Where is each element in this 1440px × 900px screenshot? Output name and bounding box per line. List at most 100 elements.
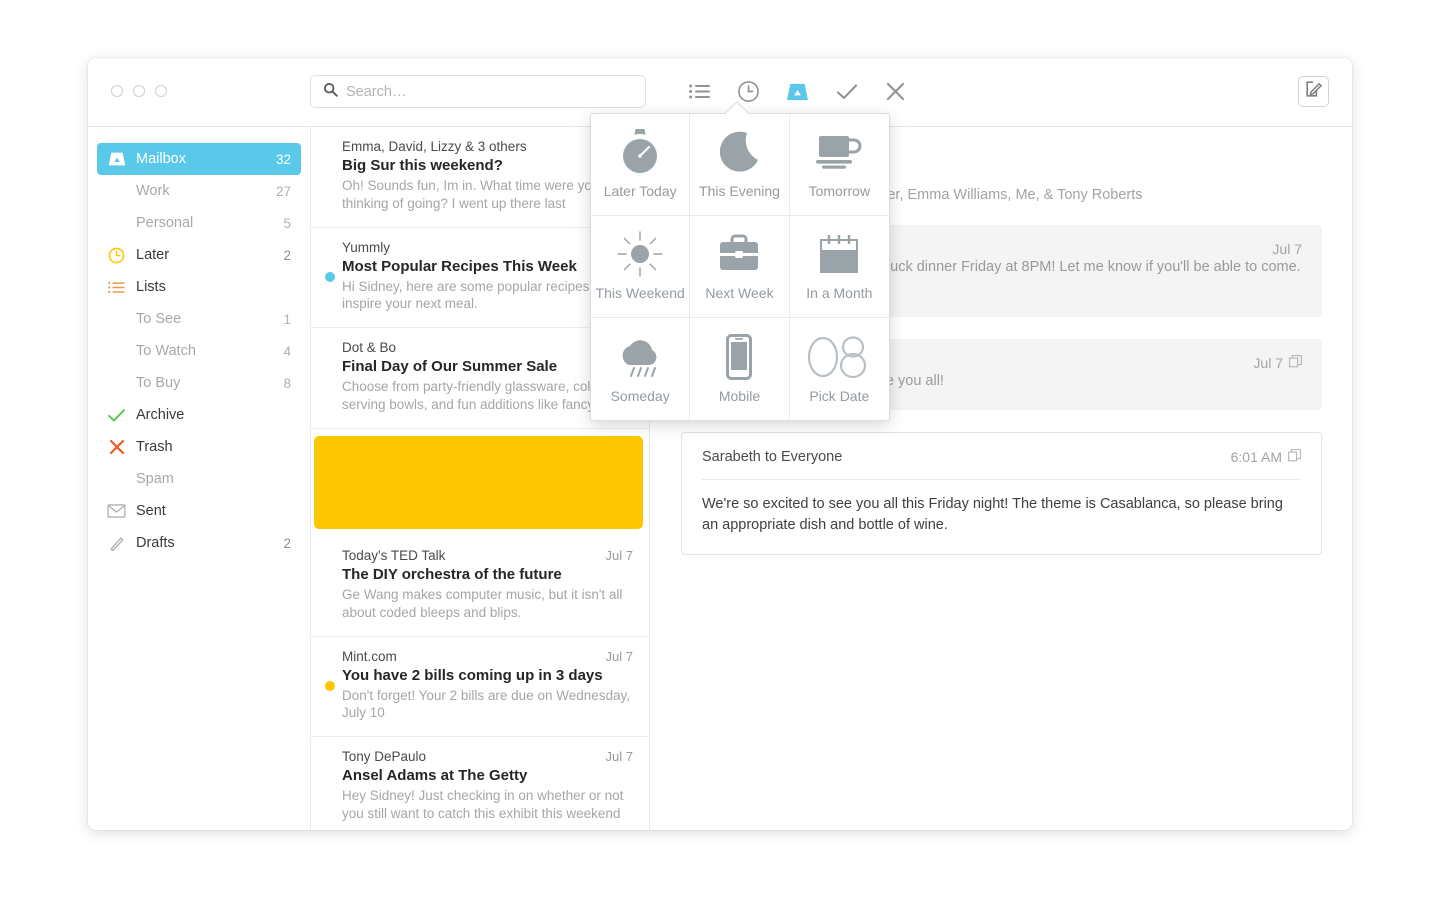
snooze-option-someday[interactable]: Someday (591, 318, 691, 420)
sidebar-item-count: 2 (283, 535, 291, 551)
snooze-option-label: This Evening (699, 183, 780, 199)
sidebar-item-count: 32 (275, 151, 291, 167)
mailbox-icon (106, 149, 127, 169)
unread-dot (325, 272, 335, 283)
message-subject: Ansel Adams at The Getty (342, 767, 528, 785)
sidebar-item-to-buy[interactable]: To Buy 8 (97, 367, 301, 399)
snooze-option-label: This Weekend (595, 285, 685, 301)
snooze-option-label: Mobile (718, 387, 761, 404)
stopwatch-icon (617, 126, 663, 178)
envelope-icon (106, 501, 127, 521)
sidebar-item-archive[interactable]: Archive (97, 399, 301, 431)
sidebar-item-lists[interactable]: Lists (97, 271, 301, 303)
sidebar-item-to-watch[interactable]: To Watch 4 (97, 335, 301, 367)
message-date: Jul 7 (1272, 241, 1302, 257)
check-icon[interactable] (831, 76, 862, 107)
coffee-cup-icon (815, 126, 863, 178)
search-icon (323, 82, 338, 102)
message-sender: Today's TED Talk (342, 547, 446, 563)
rain-cloud-icon (616, 331, 664, 383)
sidebar-item-count: 5 (283, 215, 291, 231)
sidebar-item-label: To See (136, 311, 182, 327)
snooze-popover[interactable]: Later Today This Evening Tomorrow This W… (590, 113, 890, 421)
message-sender: Dot & Bo (342, 340, 397, 356)
message-list-item[interactable]: Tony DePaulo Jul 7 Ansel Adams at The Ge… (311, 737, 649, 830)
snooze-option-mobile[interactable]: Mobile (690, 318, 790, 420)
sidebar-item-label: Drafts (136, 535, 175, 551)
snooze-option-next-week[interactable]: Next Week (690, 216, 790, 318)
message-subject: The DIY orchestra of the future (342, 565, 562, 583)
sidebar-item-trash[interactable]: Trash (97, 431, 301, 463)
copy-icon[interactable] (1289, 355, 1302, 371)
sidebar-item-count: 1 (283, 311, 291, 327)
snooze-option-later-today[interactable]: Later Today (591, 114, 691, 216)
sidebar-item-work[interactable]: Work 27 (97, 175, 301, 207)
moon-icon (717, 126, 761, 178)
app-window: Mailbox 32 Work 27 Personal 5 Later 2 Lists To … (88, 58, 1352, 830)
thread-message[interactable]: Sarabeth to Everyone 6:01 AM We're so ex… (681, 432, 1322, 556)
search-input[interactable] (346, 83, 616, 100)
minimize-window-button[interactable] (133, 85, 145, 97)
list-icon[interactable] (684, 76, 715, 107)
sidebar-item-later[interactable]: Later 2 (97, 239, 301, 271)
close-x-icon[interactable] (880, 76, 911, 107)
sidebar-item-label: Later (136, 247, 170, 263)
snooze-option-label: In a Month (806, 285, 873, 301)
message-sender: Emma, David, Lizzy & 3 others (342, 139, 527, 154)
phone-icon (726, 331, 753, 383)
sidebar-item-label: Archive (136, 407, 185, 423)
search-field[interactable] (310, 75, 646, 108)
mailbox-icon[interactable] (782, 76, 813, 107)
snooze-option-in-a-month[interactable]: In a Month (789, 216, 889, 318)
zoom-window-button[interactable] (155, 85, 167, 97)
sidebar-item-label: Mailbox (136, 151, 186, 167)
close-x-icon (106, 437, 127, 457)
message-body: We're so excited to see you all this Fri… (702, 496, 1283, 534)
message-sender: Yummly (342, 239, 391, 255)
snooze-option-tomorrow[interactable]: Tomorrow (789, 114, 889, 216)
message-subject: You have 2 bills coming up in 3 days (342, 666, 603, 684)
date-08-icon (805, 331, 873, 383)
snooze-option-this-weekend[interactable]: This Weekend (591, 216, 691, 318)
sidebar-item-sent[interactable]: Sent (97, 495, 301, 527)
sidebar-item-label: Work (136, 183, 170, 199)
snooze-option-label: Tomorrow (808, 183, 871, 199)
snooze-option-label: Pick Date (809, 387, 870, 404)
compose-pencil-icon (1305, 80, 1323, 103)
close-window-button[interactable] (111, 85, 123, 97)
message-sender: Mint.com (342, 648, 397, 664)
list-icon (106, 277, 127, 297)
sidebar-item-label: To Watch (136, 343, 196, 359)
message-divider (702, 479, 1301, 481)
sidebar-item-mailbox[interactable]: Mailbox 32 (97, 143, 301, 175)
message-list-item[interactable]: Today's TED Talk Jul 7 The DIY orchestra… (311, 536, 649, 637)
action-toolbar (684, 76, 911, 107)
sidebar-item-spam[interactable]: Spam (97, 463, 301, 495)
snooze-option-pick-date[interactable]: Pick Date (790, 318, 889, 420)
clock-icon (106, 245, 127, 265)
snooze-option-label: Next Week (705, 285, 774, 301)
sidebar-item-to-see[interactable]: To See 1 (97, 303, 301, 335)
message-date: Jul 7 (1253, 355, 1283, 372)
check-icon (106, 405, 127, 425)
sidebar: Mailbox 32 Work 27 Personal 5 Later 2 Lists To … (88, 127, 310, 830)
sidebar-item-count: 2 (283, 247, 291, 263)
sidebar-item-drafts[interactable]: Drafts 2 (97, 527, 301, 559)
snooze-option-this-evening[interactable]: This Evening (690, 114, 790, 216)
calendar-icon (818, 228, 860, 280)
message-list-item[interactable]: Mint.com Jul 7 You have 2 bills coming u… (311, 637, 649, 738)
compose-button[interactable] (1298, 76, 1329, 107)
copy-icon[interactable] (1288, 449, 1301, 465)
briefcase-icon (717, 228, 761, 280)
snooze-option-label: Someday (610, 387, 670, 404)
message-sender-line: Sarabeth to Everyone (702, 449, 843, 466)
sidebar-item-label: To Buy (136, 375, 181, 391)
unread-dot (325, 681, 335, 692)
message-timestamp: Jul 7 (605, 547, 633, 563)
sidebar-item-personal[interactable]: Personal 5 (97, 207, 301, 239)
sidebar-item-count: 27 (275, 183, 291, 199)
message-snippet: Ge Wang makes computer music, but it isn… (342, 586, 623, 620)
swipe-snooze-card[interactable] (314, 435, 643, 529)
pencil-icon (106, 533, 127, 553)
sidebar-item-label: Sent (136, 503, 166, 519)
